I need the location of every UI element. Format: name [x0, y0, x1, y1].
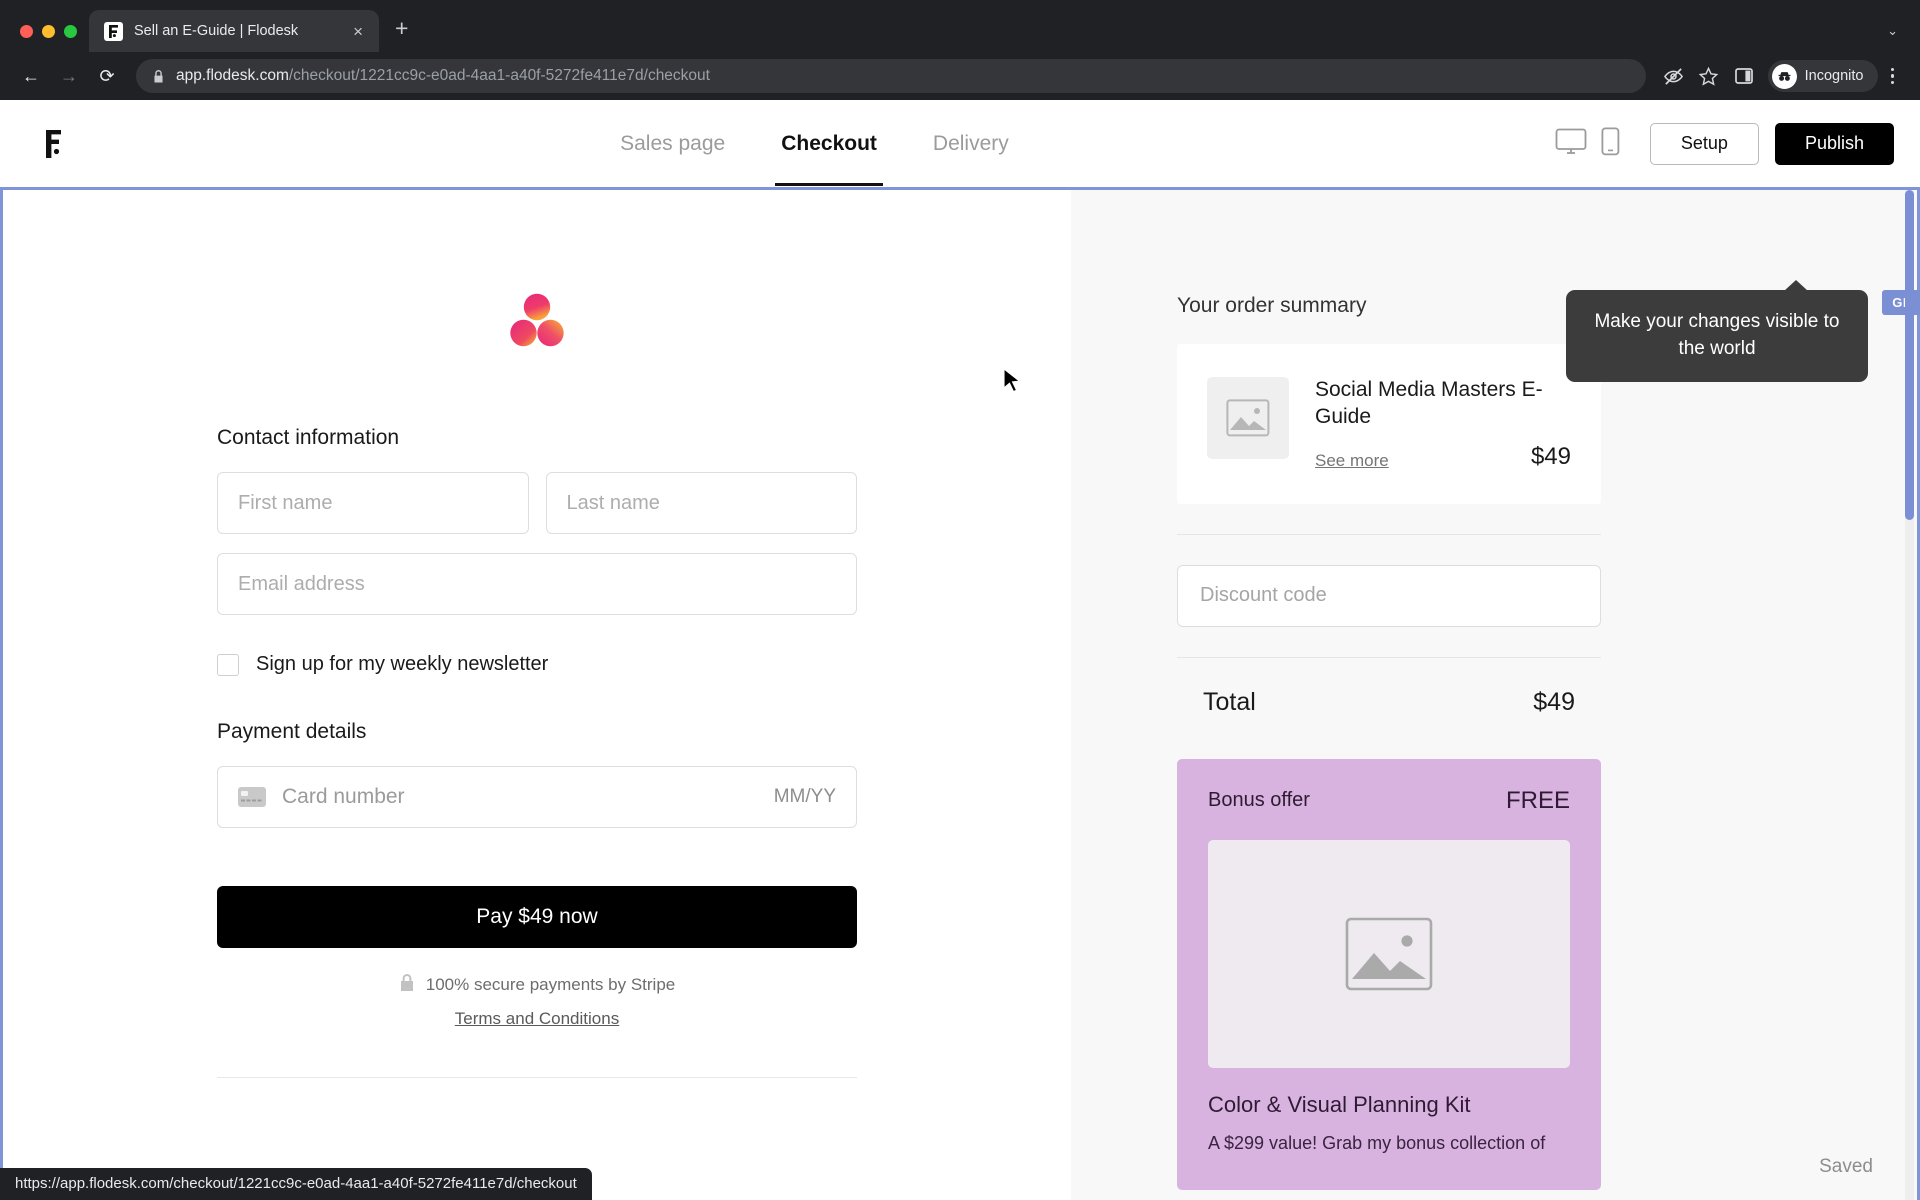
- bonus-thumbnail: [1208, 839, 1570, 1068]
- bonus-header: Bonus offer FREE: [1208, 787, 1570, 815]
- email-input[interactable]: Email address: [217, 553, 857, 615]
- canvas-scrollbar-thumb[interactable]: [1905, 190, 1914, 520]
- app-nav-tabs: Sales page Checkout Delivery: [74, 102, 1555, 186]
- maximize-window-button[interactable]: [64, 25, 77, 38]
- publish-tooltip: Make your changes visible to the world: [1566, 280, 1868, 382]
- form-bottom-divider: [217, 1077, 857, 1078]
- incognito-avatar-icon: [1771, 63, 1797, 89]
- window-traffic-lights[interactable]: [14, 25, 89, 52]
- url-domain: app.flodesk.com: [176, 67, 289, 84]
- email-placeholder: Email address: [238, 572, 365, 595]
- tab-title: Sell an E-Guide | Flodesk: [134, 23, 299, 39]
- tab-checkout[interactable]: Checkout: [775, 102, 883, 186]
- checkout-form-pane: Contact information First name Last name…: [3, 190, 1071, 1200]
- last-name-placeholder: Last name: [566, 491, 660, 514]
- minimize-window-button[interactable]: [42, 25, 55, 38]
- browser-window: Sell an E-Guide | Flodesk × + ⌄ ← → ⟳ ap…: [0, 0, 1920, 1200]
- newsletter-checkbox[interactable]: [217, 653, 239, 676]
- secure-payment-note: 100% secure payments by Stripe: [217, 973, 857, 997]
- bookmark-star-icon[interactable]: [1693, 60, 1725, 92]
- publish-button[interactable]: Publish: [1774, 122, 1894, 165]
- image-placeholder-icon: [1226, 399, 1270, 437]
- discount-placeholder: Discount code: [1200, 584, 1327, 607]
- summary-heading: Your order summary: [1177, 294, 1367, 317]
- forward-button[interactable]: →: [52, 59, 86, 93]
- product-meta-row: See more $49: [1315, 443, 1571, 471]
- side-panel-icon[interactable]: [1728, 60, 1760, 92]
- tab-strip: Sell an E-Guide | Flodesk × + ⌄: [0, 0, 1920, 52]
- eye-off-icon[interactable]: [1658, 60, 1690, 92]
- app-header-actions: Setup Publish: [1555, 122, 1894, 165]
- card-expiry-placeholder: MM/YY: [773, 786, 836, 807]
- tab-sales-page[interactable]: Sales page: [618, 102, 727, 186]
- bonus-description: A $299 value! Grab my bonus collection o…: [1208, 1132, 1546, 1153]
- saved-status: Saved: [1819, 1156, 1873, 1177]
- total-row: Total $49: [1177, 688, 1601, 717]
- product-details: Social Media Masters E-Guide See more $4…: [1315, 377, 1571, 471]
- newsletter-label: Sign up for my weekly newsletter: [256, 653, 549, 675]
- first-name-input[interactable]: First name: [217, 472, 529, 534]
- tab-delivery[interactable]: Delivery: [931, 102, 1011, 186]
- browser-tab[interactable]: Sell an E-Guide | Flodesk ×: [89, 10, 379, 52]
- close-tab-icon[interactable]: ×: [348, 20, 368, 43]
- viewport-toggle: [1555, 126, 1620, 161]
- discount-code-input[interactable]: Discount code: [1177, 564, 1601, 627]
- desktop-view-icon[interactable]: [1555, 128, 1587, 160]
- back-button[interactable]: ←: [14, 59, 48, 93]
- product-thumbnail: [1207, 377, 1289, 459]
- edge-badge: GE: [1882, 290, 1920, 315]
- flodesk-app: Sales page Checkout Delivery Setup Publi…: [0, 100, 1920, 1200]
- first-name-placeholder: First name: [238, 491, 333, 514]
- address-bar-url: app.flodesk.com/checkout/1221cc9c-e0ad-4…: [176, 67, 710, 85]
- secure-note-text: 100% secure payments by Stripe: [425, 975, 676, 994]
- pay-button[interactable]: Pay $49 now: [217, 886, 857, 948]
- close-window-button[interactable]: [20, 25, 33, 38]
- new-tab-button[interactable]: +: [379, 17, 424, 52]
- bonus-offer-card: Bonus offer FREE Color & Visual Planning…: [1177, 758, 1601, 1190]
- browser-menu-button[interactable]: [1881, 67, 1907, 85]
- lock-icon: [154, 69, 163, 82]
- terms-link[interactable]: Terms and Conditions: [217, 1009, 857, 1029]
- product-name: Social Media Masters E-Guide: [1315, 378, 1543, 428]
- card-number-placeholder: Card number: [282, 785, 405, 808]
- last-name-input[interactable]: Last name: [545, 472, 857, 534]
- omnibox-actions: Incognito: [1658, 60, 1906, 92]
- see-more-link[interactable]: See more: [1315, 451, 1389, 471]
- newsletter-optin-row[interactable]: Sign up for my weekly newsletter: [217, 653, 857, 676]
- bonus-label: Bonus offer: [1208, 789, 1310, 812]
- payment-heading: Payment details: [217, 720, 367, 743]
- image-placeholder-icon: [1345, 917, 1433, 991]
- store-logo: [217, 290, 857, 352]
- total-value: $49: [1533, 687, 1575, 716]
- tab-search-chevron-down-icon[interactable]: ⌄: [1887, 23, 1898, 39]
- summary-divider-bottom: [1177, 656, 1601, 658]
- url-path: /checkout/1221cc9c-e0ad-4aa1-a40f-5272fe…: [288, 67, 710, 84]
- order-summary: Your order summary Social Media Masters …: [1177, 294, 1601, 1190]
- contact-heading: Contact information: [217, 426, 400, 449]
- credit-card-icon: [238, 787, 266, 807]
- flodesk-logo-icon[interactable]: [32, 129, 74, 159]
- summary-divider-top: [1177, 533, 1601, 535]
- card-number-input[interactable]: Card number MM/YY: [217, 766, 857, 828]
- total-label: Total: [1203, 687, 1256, 716]
- three-circles-logo-icon: [510, 293, 564, 347]
- mouse-cursor: [1003, 367, 1023, 401]
- omnibox-bar: ← → ⟳ app.flodesk.com/checkout/1221cc9c-…: [0, 52, 1920, 100]
- incognito-label: Incognito: [1804, 68, 1864, 84]
- incognito-indicator[interactable]: Incognito: [1767, 60, 1878, 92]
- app-header: Sales page Checkout Delivery Setup Publi…: [0, 100, 1920, 187]
- reload-button[interactable]: ⟳: [90, 59, 124, 93]
- lock-secure-icon: [399, 973, 415, 997]
- address-bar[interactable]: app.flodesk.com/checkout/1221cc9c-e0ad-4…: [136, 59, 1646, 93]
- checkout-form: Contact information First name Last name…: [217, 290, 857, 1200]
- mobile-view-icon[interactable]: [1601, 126, 1620, 161]
- flodesk-favicon-icon: [104, 21, 123, 41]
- name-fields-row: First name Last name: [217, 472, 857, 534]
- setup-button[interactable]: Setup: [1649, 122, 1759, 165]
- product-price: $49: [1530, 442, 1571, 470]
- status-bar-url: https://app.flodesk.com/checkout/1221cc9…: [0, 1168, 592, 1200]
- bonus-price: FREE: [1505, 786, 1570, 814]
- bonus-product-name: Color & Visual Planning Kit: [1208, 1091, 1471, 1117]
- product-card: Social Media Masters E-Guide See more $4…: [1177, 344, 1601, 504]
